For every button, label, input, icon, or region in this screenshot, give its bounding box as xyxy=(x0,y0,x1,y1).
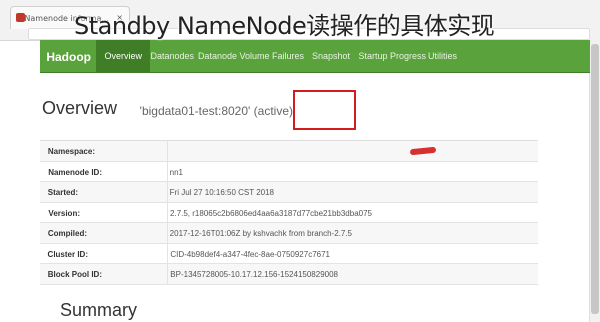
row-label: Namenode ID: xyxy=(48,167,102,177)
scroll-thumb[interactable] xyxy=(591,44,599,314)
active-highlight-box xyxy=(293,90,356,130)
table-row: Cluster ID: CID-4b98def4-a347-4fec-8ae-07… xyxy=(40,243,538,264)
row-label: Block Pool ID: xyxy=(48,270,103,279)
summary-heading: Summary xyxy=(59,300,137,320)
browser-window: × Namenode informa... Hadoop Overview Da… xyxy=(0,0,600,322)
row-value: 2.7.5, r18065c2b6806ed4aa6a3187d77cbe21b… xyxy=(170,208,372,218)
table-row: Block Pool ID: BP-1345728005-10.17.12.156… xyxy=(40,264,538,285)
favicon-icon xyxy=(16,13,25,22)
overview-title: Overview xyxy=(42,98,118,118)
hadoop-navbar: Hadoop Overview Datanodes Datanode Volum… xyxy=(40,40,590,73)
row-value: Fri Jul 27 10:16:50 CST 2018 xyxy=(170,188,275,197)
row-label: Namespace: xyxy=(48,147,96,156)
row-label: Compiled: xyxy=(48,229,88,238)
nav-datanodes[interactable]: Datanodes xyxy=(150,51,194,61)
row-value: CID-4b98def4-a347-4fec-8ae-0750927c7671 xyxy=(170,249,330,259)
nav-utilities[interactable]: Utilities xyxy=(428,51,457,61)
scrollbar[interactable] xyxy=(589,40,600,322)
nav-snapshot[interactable]: Snapshot xyxy=(312,51,350,61)
table-row: Namespace: xyxy=(40,141,538,162)
row-label: Cluster ID: xyxy=(48,249,89,259)
overview-table: Namespace: Namenode ID: nn1 Started: Fri J… xyxy=(40,140,538,285)
nav-overview[interactable]: Overview xyxy=(96,40,150,72)
overview-host: 'bigdata01-test:8020' (active) xyxy=(140,104,294,118)
row-label: Started: xyxy=(48,188,79,197)
nav-startup-progress[interactable]: Startup Progress xyxy=(358,51,426,61)
row-value: nn1 xyxy=(170,167,184,177)
row-label: Version: xyxy=(48,208,80,218)
table-row: Version: 2.7.5, r18065c2b6806ed4aa6a3187d… xyxy=(40,202,538,223)
table-row: Compiled: 2017-12-16T01:06Z by kshvachk f… xyxy=(40,223,538,244)
row-value: BP-1345728005-10.17.12.156-1524150829008 xyxy=(170,270,338,279)
page-caption: Standby NameNode读操作的具体实现 xyxy=(74,12,495,40)
nav-datanode-volume-failures[interactable]: Datanode Volume Failures xyxy=(198,51,304,61)
table-row: Started: Fri Jul 27 10:16:50 CST 2018 xyxy=(40,182,538,203)
table-row: Namenode ID: nn1 xyxy=(40,161,538,182)
hadoop-brand[interactable]: Hadoop xyxy=(46,50,91,64)
row-value: 2017-12-16T01:06Z by kshvachk from branc… xyxy=(170,229,353,238)
